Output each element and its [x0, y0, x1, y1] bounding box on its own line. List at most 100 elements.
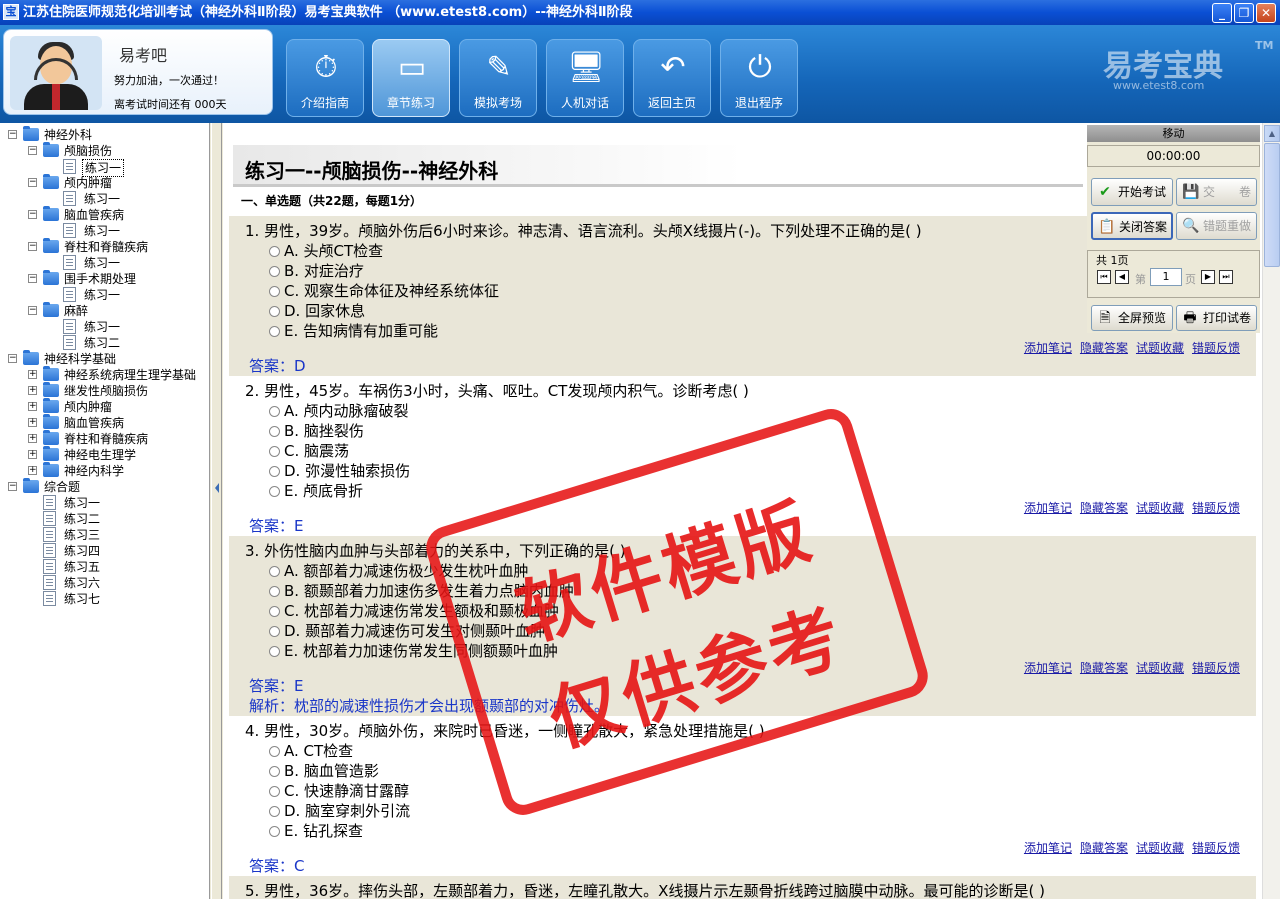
collapse-icon[interactable]: − — [8, 482, 17, 491]
answer-option[interactable]: B. 额颞部着力加速伤多发生着力点脑内血肿 — [269, 580, 574, 601]
chapter-tree[interactable]: − 神经外科 − 颅脑损伤 练习一 − 颅内肿瘤 练习一 − 脑血管疾病 练习一 − 脊柱和脊髓疾病 练习… — [0, 123, 210, 899]
page-number-input[interactable]: 1 — [1150, 268, 1182, 286]
collapse-icon[interactable]: − — [28, 242, 37, 251]
question-action-link[interactable]: 隐藏答案 — [1080, 501, 1128, 515]
first-page-icon[interactable]: ⏮ — [1097, 270, 1111, 284]
collapse-icon[interactable]: − — [28, 274, 37, 283]
collapse-icon[interactable]: − — [8, 354, 17, 363]
question-action-link[interactable]: 错题反馈 — [1192, 341, 1240, 355]
minimize-button[interactable]: _ — [1212, 3, 1232, 23]
print-button[interactable]: 🖶 打印试卷 — [1176, 305, 1257, 331]
vertical-scrollbar[interactable]: ▲ — [1262, 123, 1280, 899]
answer-option[interactable]: B. 对症治疗 — [269, 260, 364, 281]
answer-option[interactable]: A. 颅内动脉瘤破裂 — [269, 400, 409, 421]
question-action-link[interactable]: 错题反馈 — [1192, 501, 1240, 515]
radio-button[interactable] — [269, 606, 280, 617]
redo-wrong-button[interactable]: 🔍 错题重做 — [1176, 212, 1257, 240]
radio-button[interactable] — [269, 466, 280, 477]
radio-button[interactable] — [269, 766, 280, 777]
radio-button[interactable] — [269, 486, 280, 497]
scroll-up-arrow-icon[interactable]: ▲ — [1264, 125, 1280, 142]
expand-icon[interactable]: + — [28, 402, 37, 411]
radio-button[interactable] — [269, 266, 280, 277]
question-action-link[interactable]: 试题收藏 — [1136, 841, 1184, 855]
radio-button[interactable] — [269, 626, 280, 637]
fullscreen-preview-button[interactable]: 🗎 全屏预览 — [1091, 305, 1173, 331]
question-action-link[interactable]: 试题收藏 — [1136, 501, 1184, 515]
maximize-button[interactable]: ❐ — [1234, 3, 1254, 23]
answer-option[interactable]: A. 额部着力减速伤极少发生枕叶血肿 — [269, 560, 529, 581]
collapse-icon[interactable]: − — [28, 146, 37, 155]
radio-button[interactable] — [269, 586, 280, 597]
radio-button[interactable] — [269, 286, 280, 297]
answer-option[interactable]: D. 回家休息 — [269, 300, 365, 321]
radio-button[interactable] — [269, 826, 280, 837]
nav-button-home[interactable]: ↶ 返回主页 — [633, 39, 711, 117]
collapse-icon[interactable]: − — [28, 178, 37, 187]
radio-button[interactable] — [269, 446, 280, 457]
radio-button[interactable] — [269, 406, 280, 417]
collapse-arrow-icon[interactable] — [215, 483, 219, 493]
answer-option[interactable]: C. 观察生命体征及神经系统体征 — [269, 280, 499, 301]
expand-icon[interactable]: + — [28, 370, 37, 379]
answer-option[interactable]: B. 脑挫裂伤 — [269, 420, 364, 441]
question-action-link[interactable]: 错题反馈 — [1192, 841, 1240, 855]
question-action-link[interactable]: 添加笔记 — [1024, 661, 1072, 675]
answer-option[interactable]: A. 头颅CT检查 — [269, 240, 383, 261]
radio-button[interactable] — [269, 306, 280, 317]
answer-option[interactable]: C. 枕部着力减速伤常发生额极和颞极血肿 — [269, 600, 559, 621]
question-action-link[interactable]: 隐藏答案 — [1080, 341, 1128, 355]
answer-option[interactable]: D. 颞部着力减速伤可发生对侧颞叶血肿 — [269, 620, 545, 641]
scroll-thumb[interactable] — [1264, 143, 1280, 267]
answer-option[interactable]: E. 告知病情有加重可能 — [269, 320, 438, 341]
expand-icon[interactable]: + — [28, 466, 37, 475]
title-bar[interactable]: 宝 江苏住院医师规范化培训考试（神经外科Ⅱ阶段）易考宝典软件 （www.etes… — [0, 0, 1280, 25]
answer-option[interactable]: E. 颅底骨折 — [269, 480, 363, 501]
submit-exam-button[interactable]: 💾 交 卷 — [1176, 178, 1257, 206]
nav-button-exit[interactable]: ⏻ 退出程序 — [720, 39, 798, 117]
radio-button[interactable] — [269, 746, 280, 757]
question-action-link[interactable]: 试题收藏 — [1136, 341, 1184, 355]
collapse-icon[interactable]: − — [28, 306, 37, 315]
answer-option[interactable]: B. 脑血管造影 — [269, 760, 379, 781]
radio-button[interactable] — [269, 806, 280, 817]
nav-button-mock-exam[interactable]: ✎ 模拟考场 — [459, 39, 537, 117]
collapse-icon[interactable]: − — [28, 210, 37, 219]
collapse-icon[interactable]: − — [8, 130, 17, 139]
radio-button[interactable] — [269, 326, 280, 337]
panel-move-handle[interactable]: 移动 — [1087, 125, 1260, 142]
question-action-link[interactable]: 添加笔记 — [1024, 501, 1072, 515]
question-action-link[interactable]: 添加笔记 — [1024, 341, 1072, 355]
close-button[interactable]: ✕ — [1256, 3, 1276, 23]
nav-button-chapter-practice[interactable]: ▭ 章节练习 — [372, 39, 450, 117]
expand-icon[interactable]: + — [28, 450, 37, 459]
question-action-link[interactable]: 隐藏答案 — [1080, 841, 1128, 855]
question-action-link[interactable]: 错题反馈 — [1192, 661, 1240, 675]
prev-page-icon[interactable]: ◀ — [1115, 270, 1129, 284]
nav-button-dialogue[interactable]: 🖥 人机对话 — [546, 39, 624, 117]
radio-button[interactable] — [269, 646, 280, 657]
answer-option[interactable]: E. 钻孔探查 — [269, 820, 363, 841]
answer-option[interactable]: C. 脑震荡 — [269, 440, 349, 461]
question-action-link[interactable]: 隐藏答案 — [1080, 661, 1128, 675]
close-answer-button[interactable]: 📋 关闭答案 — [1091, 212, 1173, 240]
radio-button[interactable] — [269, 246, 280, 257]
nav-button-guide[interactable]: ⏱ 介绍指南 — [286, 39, 364, 117]
expand-icon[interactable]: + — [28, 418, 37, 427]
answer-option[interactable]: C. 快速静滴甘露醇 — [269, 780, 409, 801]
last-page-icon[interactable]: ⏭ — [1219, 270, 1233, 284]
question-action-link[interactable]: 试题收藏 — [1136, 661, 1184, 675]
answer-option[interactable]: A. CT检查 — [269, 740, 353, 761]
answer-option[interactable]: E. 枕部着力加速伤常发生同侧额颞叶血肿 — [269, 640, 558, 661]
expand-icon[interactable]: + — [28, 386, 37, 395]
next-page-icon[interactable]: ▶ — [1201, 270, 1215, 284]
question-action-link[interactable]: 添加笔记 — [1024, 841, 1072, 855]
answer-option[interactable]: D. 弥漫性轴索损伤 — [269, 460, 410, 481]
expand-icon[interactable]: + — [28, 434, 37, 443]
panel-splitter[interactable] — [211, 123, 222, 899]
radio-button[interactable] — [269, 786, 280, 797]
radio-button[interactable] — [269, 426, 280, 437]
radio-button[interactable] — [269, 566, 280, 577]
start-exam-button[interactable]: ✔ 开始考试 — [1091, 178, 1173, 206]
answer-option[interactable]: D. 脑室穿刺外引流 — [269, 800, 410, 821]
